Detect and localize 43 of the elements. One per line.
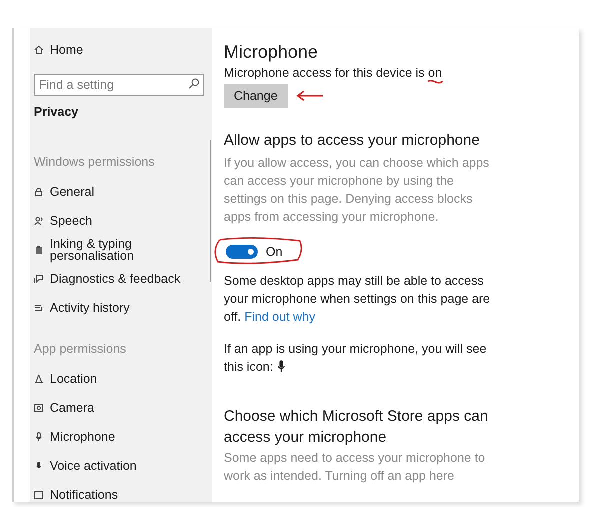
camera-icon xyxy=(34,402,44,412)
access-status-text: Microphone access for this device is on xyxy=(224,66,442,80)
sidebar-item[interactable]: Notifications xyxy=(34,480,204,502)
section-heading: Allow apps to access your microphone xyxy=(224,132,481,149)
microphone-icon xyxy=(34,460,44,470)
feedback-icon xyxy=(34,274,44,284)
sidebar-item[interactable]: Location xyxy=(34,364,204,393)
toggle-label: On xyxy=(266,245,283,259)
sidebar-item[interactable]: Speech xyxy=(34,206,204,235)
home-link[interactable]: Home xyxy=(34,40,212,60)
clipboard-icon xyxy=(34,244,44,254)
description-text: Some apps need to access your microphone to work as intended. Turning off an app here xyxy=(224,450,486,485)
sidebar-item[interactable]: Microphone xyxy=(34,422,204,451)
person-icon xyxy=(34,216,44,226)
toggle-switch[interactable] xyxy=(226,245,258,259)
note-text: If an app is using your microphone, you will see this icon: xyxy=(224,342,487,374)
description-text: If you allow access, you can choose which apps can access your microphone by using the settings on this page. Denying access blocks apps from accessing your microphone. xyxy=(224,155,490,226)
change-button[interactable]: Change xyxy=(224,84,288,108)
microphone-icon xyxy=(34,432,44,442)
search-field[interactable]: Find a setting xyxy=(34,74,204,96)
arrow-drawing xyxy=(296,90,324,102)
sidebar-item[interactable]: Voice activation xyxy=(34,451,204,480)
underline-drawing xyxy=(427,79,444,84)
sidebar-item[interactable]: Inking & typing personalisation xyxy=(34,235,204,264)
microphone-icon xyxy=(277,360,286,373)
section-title: Privacy xyxy=(34,105,80,119)
section-heading: Choose which Microsoft Store apps can access your microphone xyxy=(224,407,490,448)
history-icon xyxy=(34,302,44,312)
page-title: Microphone xyxy=(224,42,320,63)
lock-icon xyxy=(34,186,44,196)
find-out-why-link[interactable]: Find out why xyxy=(244,310,316,324)
sidebar-item[interactable]: Activity history xyxy=(34,293,204,322)
sidebar-item[interactable]: General xyxy=(34,177,204,206)
sidebar-item[interactable]: Camera xyxy=(34,393,204,422)
home-icon xyxy=(34,45,44,55)
group-heading: Windows permissions xyxy=(34,155,156,169)
group-heading: App permissions xyxy=(34,342,128,356)
location-icon xyxy=(34,374,44,384)
search-icon xyxy=(188,78,200,90)
notification-icon xyxy=(34,490,44,500)
scrollbar[interactable] xyxy=(210,140,211,282)
sidebar-item[interactable]: Diagnostics & feedback xyxy=(34,264,204,293)
note-text: Some desktop apps may still be able to access your microphone when settings on this page are off. Find out why xyxy=(224,273,492,326)
